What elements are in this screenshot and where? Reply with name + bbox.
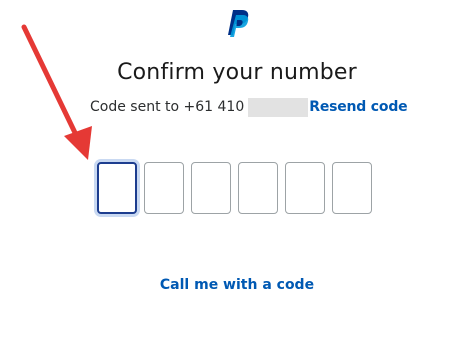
- code-digit-input-4[interactable]: [238, 162, 278, 214]
- code-digit-input-1[interactable]: [97, 162, 137, 214]
- page-title: Confirm your number: [117, 60, 357, 85]
- code-digit-input-5[interactable]: [285, 162, 325, 214]
- verification-code-inputs: [97, 162, 372, 214]
- code-digit-input-6[interactable]: [332, 162, 372, 214]
- code-sent-text: Code sent to +61 410: [90, 99, 245, 115]
- confirm-number-page: Confirm your number Code sent to +61 410…: [0, 0, 474, 355]
- code-sent-info: Code sent to +61 410 Resend code: [90, 97, 408, 117]
- redacted-phone-digits: [248, 97, 309, 117]
- paypal-logo-icon: [228, 10, 249, 37]
- code-digit-input-2[interactable]: [144, 162, 184, 214]
- resend-code-link[interactable]: Resend code: [309, 99, 407, 115]
- code-digit-input-3[interactable]: [191, 162, 231, 214]
- call-me-link[interactable]: Call me with a code: [0, 277, 474, 293]
